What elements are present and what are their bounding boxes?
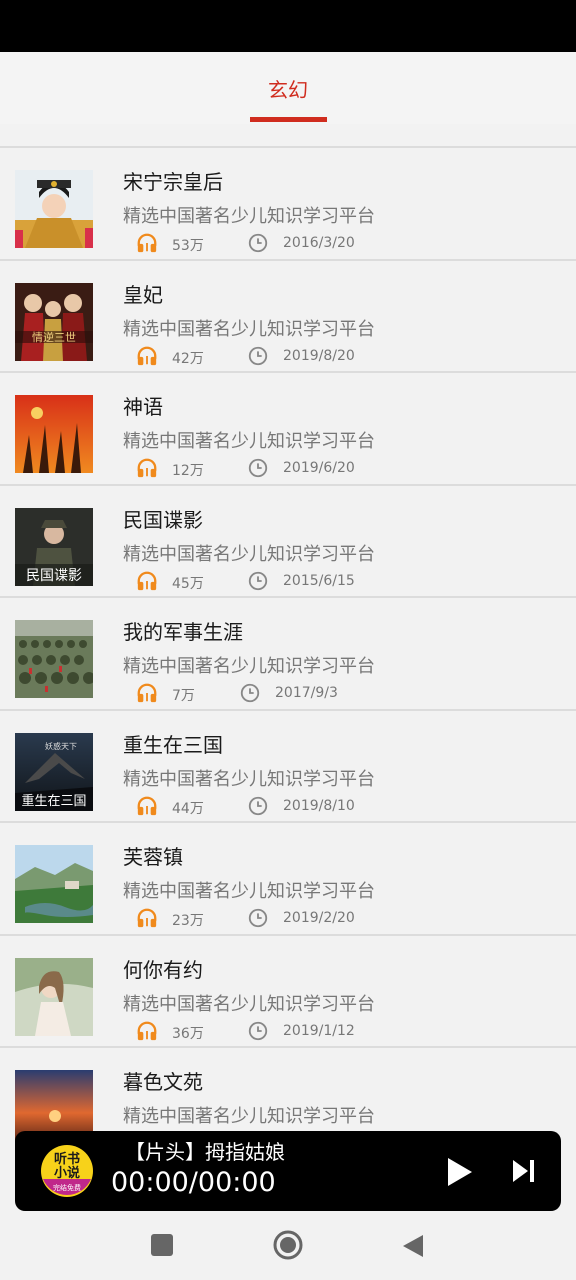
home-button[interactable] [272,1229,304,1261]
book-list: 宋宁宗皇后 精选中国著名少儿知识学习平台 53万 2016/3/20 情逆三世 … [0,146,576,1159]
book-description: 精选中国著名少儿知识学习平台 [123,431,375,452]
cover-title-text: 民国谍影 [26,568,82,584]
clock-icon [248,796,268,815]
book-description: 精选中国著名少儿知识学习平台 [123,318,375,340]
book-cover-image: 情逆三世 [15,282,93,361]
play-icon[interactable] [445,1156,475,1188]
book-description: 精选中国著名少儿知识学习平台 [123,656,375,677]
book-cover-image [15,957,93,1036]
list-item[interactable]: 神语 精选中国著名少儿知识学习平台 12万 2019/6/20 [0,371,576,484]
book-cover-image: 民国谍影 [15,507,93,586]
play-count: 42万 [172,350,204,367]
book-description: 精选中国著名少儿知识学习平台 [123,768,375,790]
recents-button[interactable] [151,1234,173,1256]
book-title: 民国谍影 [123,507,203,532]
svg-text:小说: 小说 [54,1165,80,1181]
publish-date: 2017/9/3 [275,685,338,701]
play-count: 44万 [172,800,204,817]
book-title: 何你有约 [123,957,203,982]
list-item[interactable]: 情逆三世 皇妃 精选中国著名少儿知识学习平台 42万 2019/8/20 [0,258,576,371]
publish-date: 2016/3/20 [283,235,355,251]
publish-date: 2019/6/20 [283,460,355,476]
play-count: 23万 [172,913,204,929]
publish-date: 2019/8/10 [283,797,355,814]
cover-subtitle-text: 妖惑天下 [45,741,77,751]
header: 玄幻 [0,52,576,176]
play-count: 12万 [172,463,204,479]
tab-xuanhuan[interactable]: 玄幻 [0,74,576,103]
list-item[interactable]: 宋宁宗皇后 精选中国著名少儿知识学习平台 53万 2016/3/20 [0,146,576,259]
svg-text:听书: 听书 [54,1151,80,1167]
list-item[interactable]: 妖惑天下 重生在三国 重生在三国 精选中国著名少儿知识学习平台 44万 2019… [0,708,576,821]
book-description: 精选中国著名少儿知识学习平台 [123,543,375,565]
status-bar [0,0,576,52]
back-button[interactable] [401,1233,425,1259]
book-title: 暮色文苑 [123,1070,203,1094]
book-title: 芙蓉镇 [123,845,183,869]
book-cover-image [15,845,93,923]
headphones-icon [137,796,157,815]
tab-indicator [250,117,327,122]
publish-date: 2019/8/20 [283,347,355,364]
clock-icon [248,571,268,590]
book-cover-image [15,620,93,698]
clock-icon [248,1021,268,1040]
list-item[interactable]: 我的军事生涯 精选中国著名少儿知识学习平台 7万 2017/9/3 [0,596,576,709]
book-title: 神语 [123,395,163,419]
headphones-icon [137,683,157,703]
clock-icon [248,458,268,478]
headphones-icon [137,233,157,253]
publish-date: 2019/2/20 [283,910,355,926]
book-description: 精选中国著名少儿知识学习平台 [123,1106,375,1127]
next-track-icon[interactable] [511,1158,535,1184]
headphones-icon [137,1021,157,1040]
list-item[interactable]: 何你有约 精选中国著名少儿知识学习平台 36万 2019/1/12 [0,933,576,1046]
headphones-icon [137,346,157,365]
clock-icon [248,908,268,928]
play-count: 45万 [172,575,204,592]
play-count: 7万 [172,688,195,704]
book-cover-image [15,170,93,248]
publish-date: 2015/6/15 [283,572,355,589]
book-cover-image: 妖惑天下 重生在三国 [15,732,93,811]
mini-player[interactable]: 听书 小说 完结免费 【片头】拇指姑娘 00:00/00:00 [15,1131,561,1211]
book-description: 精选中国著名少儿知识学习平台 [123,881,375,902]
book-cover-image [15,395,93,473]
clock-icon [240,683,260,703]
system-nav-bar [0,1211,576,1280]
cover-title-text: 情逆三世 [32,330,76,344]
now-playing-title: 【片头】拇指姑娘 [125,1140,285,1164]
playback-time: 00:00/00:00 [111,1167,276,1198]
publish-date: 2019/1/12 [283,1022,355,1039]
play-count: 53万 [172,238,204,254]
clock-icon [248,233,268,253]
book-description: 精选中国著名少儿知识学习平台 [123,206,375,227]
clock-icon [248,346,268,365]
app-logo-icon: 听书 小说 完结免费 [41,1145,93,1197]
book-title: 我的军事生涯 [123,620,243,644]
book-description: 精选中国著名少儿知识学习平台 [123,993,375,1015]
book-title: 宋宁宗皇后 [123,170,223,194]
svg-text:完结免费: 完结免费 [53,1183,81,1192]
list-item[interactable]: 芙蓉镇 精选中国著名少儿知识学习平台 23万 2019/2/20 [0,821,576,934]
cover-title-text: 重生在三国 [21,793,86,809]
book-title: 重生在三国 [123,732,223,757]
headphones-icon [137,908,157,928]
headphones-icon [137,571,157,590]
play-count: 36万 [172,1025,204,1042]
headphones-icon [137,458,157,478]
book-title: 皇妃 [123,282,163,307]
list-item[interactable]: 民国谍影 民国谍影 精选中国著名少儿知识学习平台 45万 2015/6/15 [0,483,576,596]
